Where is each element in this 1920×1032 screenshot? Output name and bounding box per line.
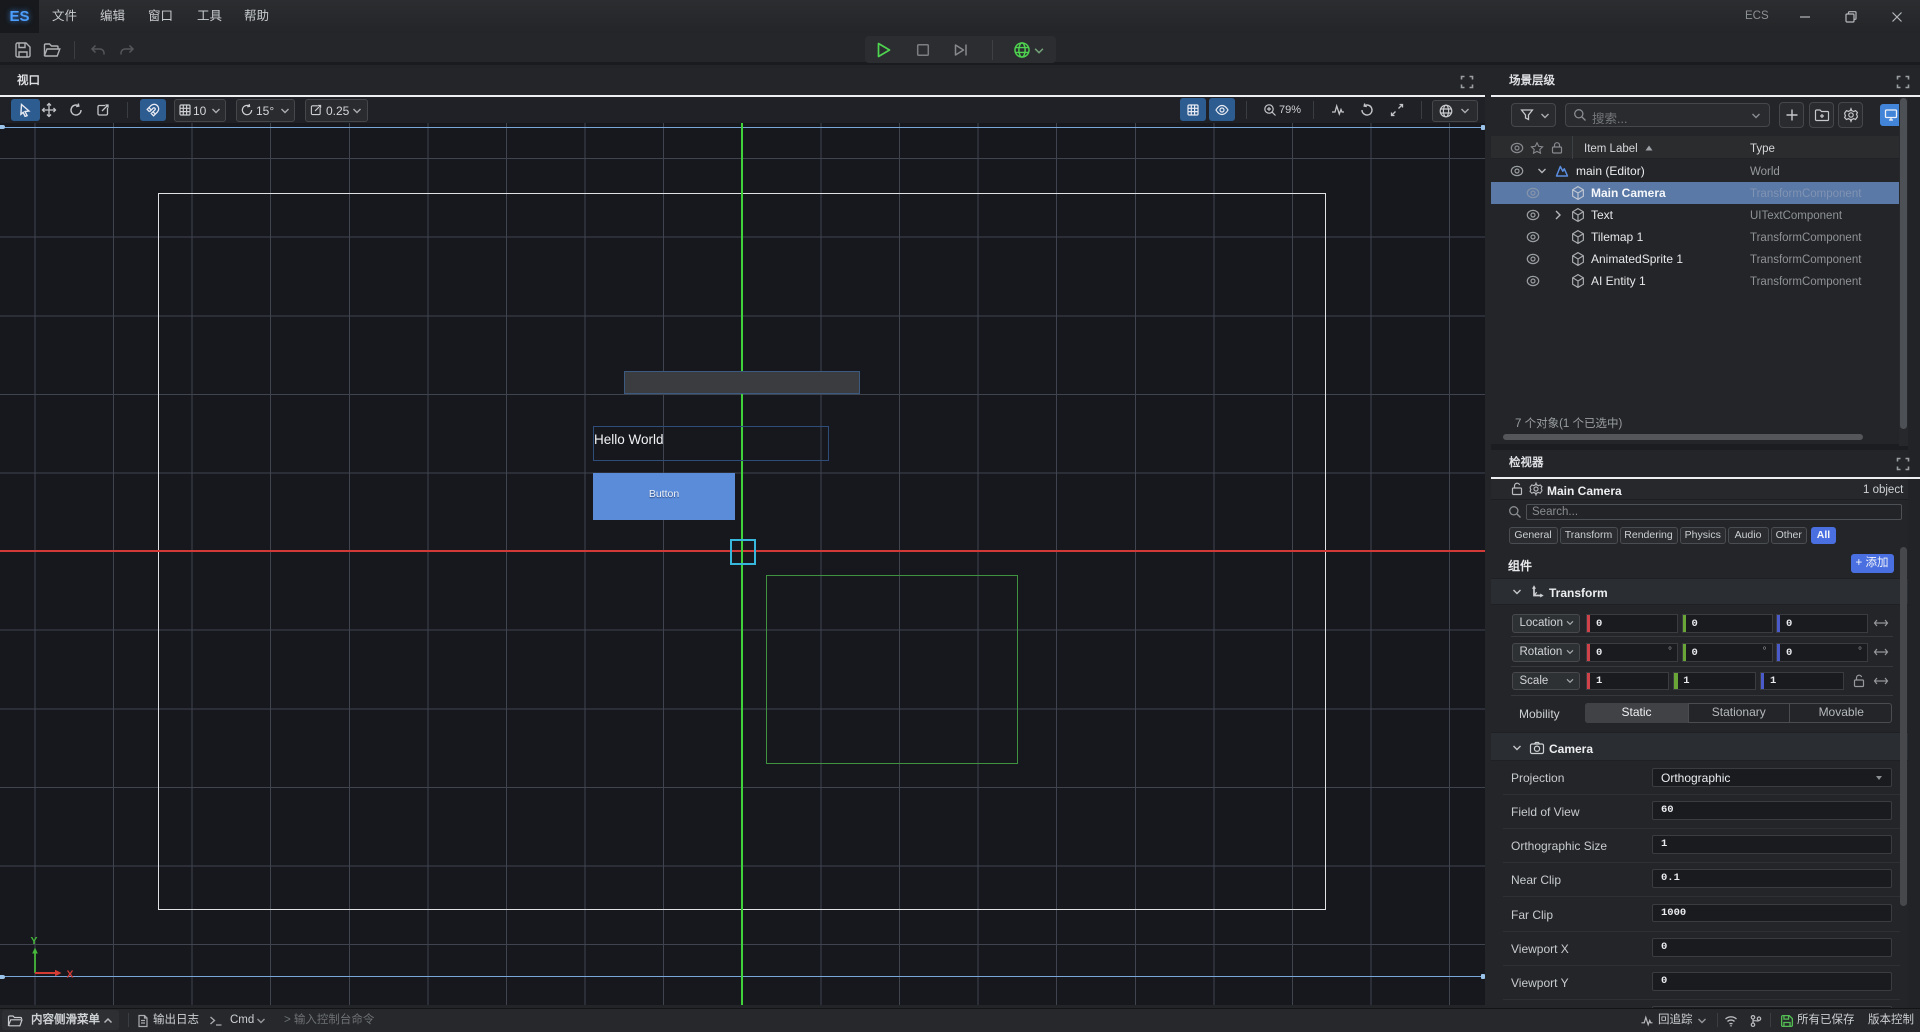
svg-text:X: X xyxy=(67,969,74,981)
svg-text:Y: Y xyxy=(31,935,38,947)
